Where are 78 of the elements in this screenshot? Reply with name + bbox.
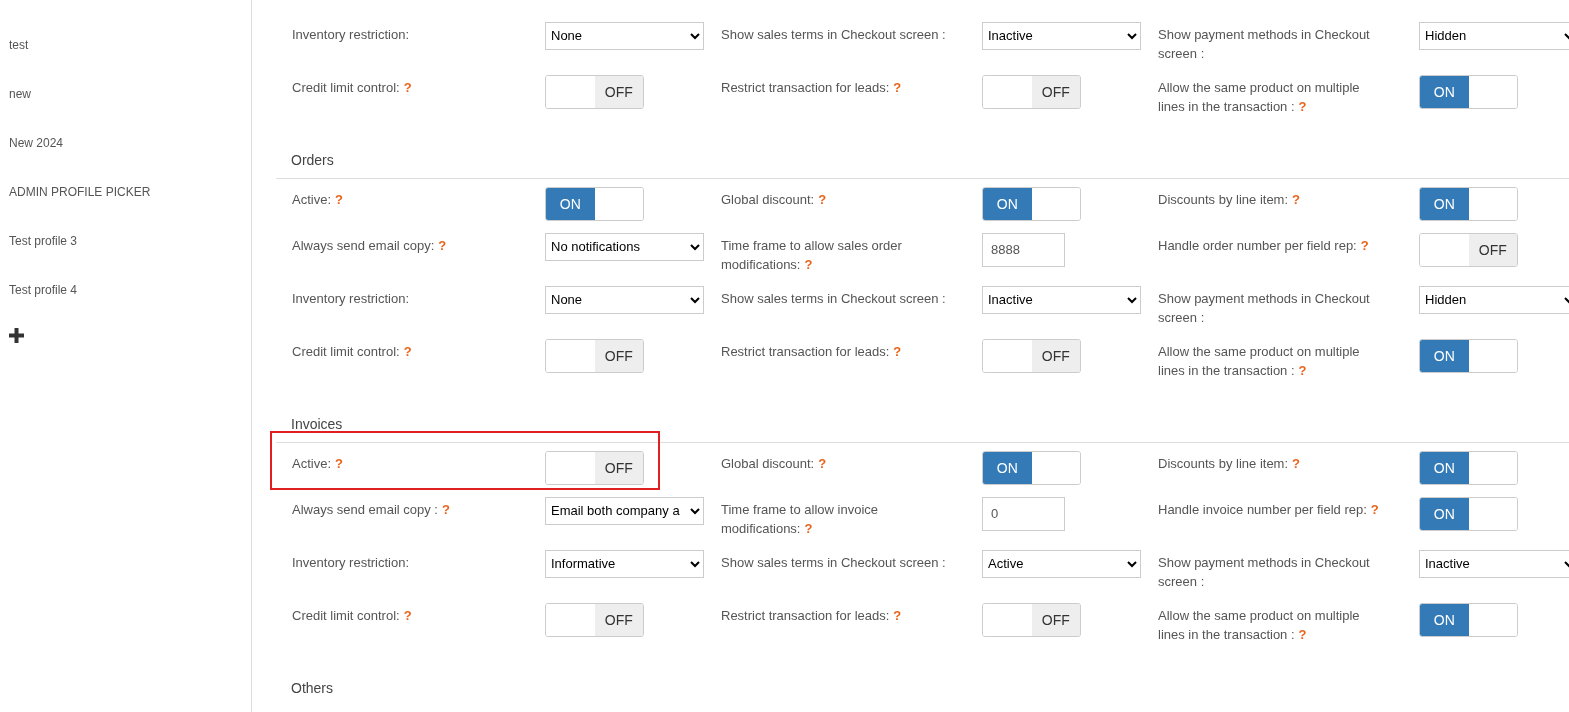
sidebar-item[interactable]: new: [9, 87, 251, 136]
setting-label: Inventory restriction:: [292, 27, 410, 42]
setting-label: Global discount: ?: [721, 456, 827, 471]
sidebar-item[interactable]: ADMIN PROFILE PICKER: [9, 185, 251, 234]
setting-label: Credit limit control: ?: [292, 608, 412, 623]
toggle-switch[interactable]: OFF: [545, 451, 644, 485]
setting-label: Show payment methods in Checkout screen :: [1158, 291, 1370, 325]
setting-label: Show payment methods in Checkout screen :: [1158, 27, 1370, 61]
toggle-switch[interactable]: OFF: [982, 339, 1081, 373]
chevron-down-icon: [690, 507, 700, 515]
setting-label: Show sales terms in Checkout screen :: [721, 291, 946, 306]
toggle-switch[interactable]: ON: [1419, 339, 1518, 373]
toggle-switch[interactable]: ON: [982, 451, 1081, 485]
toggle-switch[interactable]: OFF: [982, 603, 1081, 637]
setting-label: Credit limit control: ?: [292, 80, 412, 95]
dropdown-select[interactable]: Hidden: [1419, 22, 1569, 50]
dropdown-select[interactable]: Inactive: [982, 286, 1141, 314]
toggle-switch[interactable]: OFF: [545, 603, 644, 637]
setting-label: Inventory restriction:: [292, 291, 410, 306]
dropdown-select[interactable]: Inactive: [1419, 550, 1569, 578]
chevron-down-icon: [690, 560, 700, 568]
toggle-switch[interactable]: OFF: [982, 75, 1081, 109]
chevron-down-icon: [1127, 560, 1137, 568]
setting-label: Allow the same product on multiple lines in the transaction : ?: [1158, 80, 1360, 114]
setting-label: Global discount: ?: [721, 192, 827, 207]
dropdown-select[interactable]: None: [545, 286, 704, 314]
setting-label: Always send email copy: ?: [292, 238, 447, 253]
setting-label: Active: ?: [292, 456, 343, 471]
setting-label: Restrict transaction for leads: ?: [721, 608, 902, 623]
dropdown-select[interactable]: Hidden: [1419, 286, 1569, 314]
toggle-switch[interactable]: ON: [1419, 451, 1518, 485]
setting-label: Discounts by line item: ?: [1158, 192, 1300, 207]
number-input[interactable]: 8888: [982, 233, 1065, 267]
toggle-switch[interactable]: ON: [545, 187, 644, 221]
toggle-switch[interactable]: ON: [1419, 75, 1518, 109]
setting-label: Active: ?: [292, 192, 343, 207]
setting-label: Time frame to allow invoice modifications: ?: [721, 502, 878, 536]
setting-label: Show payment methods in Checkout screen :: [1158, 555, 1370, 589]
section-title: Orders: [291, 152, 334, 168]
dropdown-select[interactable]: Informative: [545, 550, 704, 578]
dropdown-select[interactable]: Inactive: [982, 22, 1141, 50]
setting-label: Allow the same product on multiple lines in the transaction : ?: [1158, 608, 1360, 642]
setting-label: Always send email copy : ?: [292, 502, 450, 517]
toggle-switch[interactable]: ON: [1419, 497, 1518, 531]
setting-label: Credit limit control: ?: [292, 344, 412, 359]
setting-label: Restrict transaction for leads: ?: [721, 344, 902, 359]
setting-label: Inventory restriction:: [292, 555, 410, 570]
number-input[interactable]: 0: [982, 497, 1065, 531]
toggle-switch[interactable]: OFF: [545, 75, 644, 109]
setting-label: Discounts by line item: ?: [1158, 456, 1300, 471]
setting-label: Handle invoice number per field rep: ?: [1158, 502, 1379, 517]
sidebar-item[interactable]: Test profile 4: [9, 283, 251, 332]
chevron-down-icon: [690, 296, 700, 304]
chevron-down-icon: [690, 32, 700, 40]
toggle-switch[interactable]: OFF: [1419, 233, 1518, 267]
chevron-down-icon: [1127, 32, 1137, 40]
section-title: Others: [291, 680, 333, 696]
setting-label: Allow the same product on multiple lines in the transaction : ?: [1158, 344, 1360, 378]
sidebar-item[interactable]: New 2024: [9, 136, 251, 185]
dropdown-select[interactable]: Active: [982, 550, 1141, 578]
sidebar-item[interactable]: Test profile 3: [9, 234, 251, 283]
setting-label: Time frame to allow sales order modifications: ?: [721, 238, 902, 272]
chevron-down-icon: [690, 243, 700, 251]
setting-label: Show sales terms in Checkout screen :: [721, 27, 946, 42]
plus-icon[interactable]: [9, 328, 24, 343]
setting-label: Handle order number per field rep: ?: [1158, 238, 1369, 253]
toggle-switch[interactable]: OFF: [545, 339, 644, 373]
toggle-switch[interactable]: ON: [1419, 603, 1518, 637]
dropdown-select[interactable]: No notifications: [545, 233, 704, 261]
dropdown-select[interactable]: None: [545, 22, 704, 50]
sidebar-item[interactable]: test: [9, 38, 251, 87]
dropdown-select[interactable]: Email both company a: [545, 497, 704, 525]
section-title: Invoices: [291, 416, 343, 432]
setting-label: Restrict transaction for leads: ?: [721, 80, 902, 95]
setting-label: Show sales terms in Checkout screen :: [721, 555, 946, 570]
toggle-switch[interactable]: ON: [1419, 187, 1518, 221]
toggle-switch[interactable]: ON: [982, 187, 1081, 221]
chevron-down-icon: [1127, 296, 1137, 304]
